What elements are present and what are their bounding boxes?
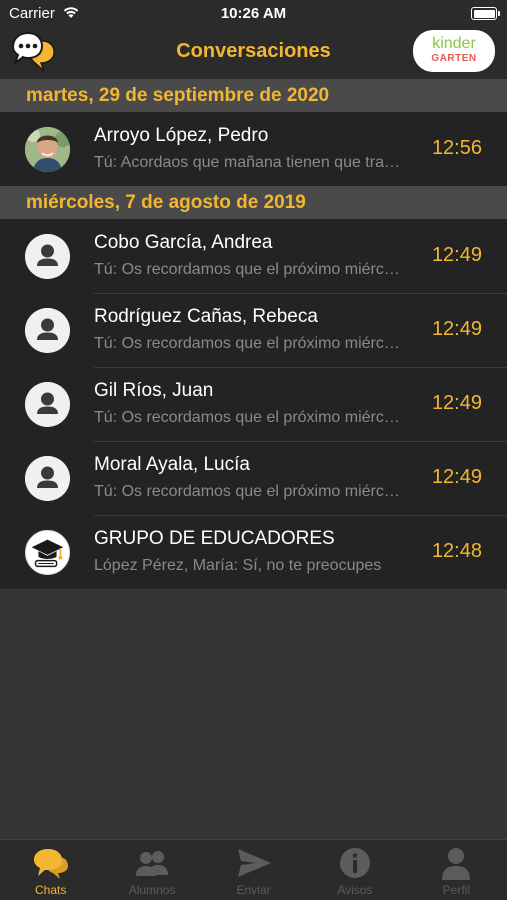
tab-bar: Chats Alumnos Enviar Avisos Perfil	[0, 839, 507, 900]
status-time: 10:26 AM	[220, 5, 287, 22]
default-avatar-icon	[25, 382, 70, 427]
tab-perfil[interactable]: Perfil	[406, 840, 507, 900]
brand-logo-top: kinder	[432, 35, 476, 52]
date-section-header: miércoles, 7 de agosto de 2019	[0, 186, 507, 219]
tab-chats[interactable]: Chats	[0, 840, 101, 900]
kindergarten-logo[interactable]: kinder GARTEN	[413, 30, 495, 72]
tab-alumnos[interactable]: Alumnos	[101, 840, 202, 900]
message-preview: Tú: Acordaos que mañana tienen que traer…	[94, 154, 406, 171]
battery-icon	[471, 7, 500, 20]
chat-bubbles-icon	[33, 849, 68, 879]
message-time: 12:49	[431, 392, 482, 414]
conversation-list[interactable]: martes, 29 de septiembre de 2020 Arroyo …	[0, 79, 507, 589]
avatar-photo	[25, 127, 70, 172]
message-time: 12:49	[431, 466, 482, 488]
nav-bar: Conversaciones kinder GARTEN	[0, 28, 507, 79]
tab-enviar[interactable]: Enviar	[203, 840, 304, 900]
contact-name: Arroyo López, Pedro	[94, 125, 269, 146]
tab-label: Chats	[35, 883, 67, 897]
send-icon	[237, 849, 271, 877]
tab-label: Avisos	[337, 883, 373, 897]
contact-name: Moral Ayala, Lucía	[94, 454, 250, 475]
tab-avisos[interactable]: Avisos	[304, 840, 405, 900]
conversation-row[interactable]: GRUPO DE EDUCADORES López Pérez, María: …	[0, 515, 507, 589]
default-avatar-icon	[25, 456, 70, 501]
contact-name: Cobo García, Andrea	[94, 232, 273, 253]
message-preview: López Pérez, María: Sí, no te preocupes	[94, 557, 382, 574]
message-preview: Tú: Os recordamos que el próximo miércol…	[94, 409, 406, 426]
students-icon	[136, 851, 169, 876]
message-preview: Tú: Os recordamos que el próximo miércol…	[94, 261, 406, 278]
message-preview: Tú: Os recordamos que el próximo miércol…	[94, 483, 406, 500]
message-time: 12:49	[431, 244, 482, 266]
tab-label: Perfil	[442, 883, 470, 897]
graduation-cap-icon	[25, 530, 70, 575]
default-avatar-icon	[25, 308, 70, 353]
contact-name: Gil Ríos, Juan	[94, 380, 214, 401]
message-time: 12:49	[431, 318, 482, 340]
tab-label: Alumnos	[128, 883, 176, 897]
default-avatar-icon	[25, 234, 70, 279]
conversation-row[interactable]: Gil Ríos, Juan Tú: Os recordamos que el …	[0, 367, 507, 441]
profile-icon	[442, 848, 471, 880]
date-section-header: martes, 29 de septiembre de 2020	[0, 79, 507, 112]
contact-name: GRUPO DE EDUCADORES	[94, 528, 335, 549]
contact-name: Rodríguez Cañas, Rebeca	[94, 306, 318, 327]
conversation-row[interactable]: Cobo García, Andrea Tú: Os recordamos qu…	[0, 219, 507, 293]
message-time: 12:56	[431, 137, 482, 159]
brand-logo-bottom: GARTEN	[431, 53, 477, 64]
conversation-row[interactable]: Rodríguez Cañas, Rebeca Tú: Os recordamo…	[0, 293, 507, 367]
message-preview: Tú: Os recordamos que el próximo miércol…	[94, 335, 406, 352]
info-icon	[339, 848, 370, 878]
conversation-row[interactable]: Arroyo López, Pedro Tú: Acordaos que mañ…	[0, 112, 507, 186]
conversation-row[interactable]: Moral Ayala, Lucía Tú: Os recordamos que…	[0, 441, 507, 515]
message-time: 12:48	[431, 540, 482, 562]
tab-label: Enviar	[236, 883, 271, 897]
status-bar: Carrier 10:26 AM	[0, 0, 507, 28]
